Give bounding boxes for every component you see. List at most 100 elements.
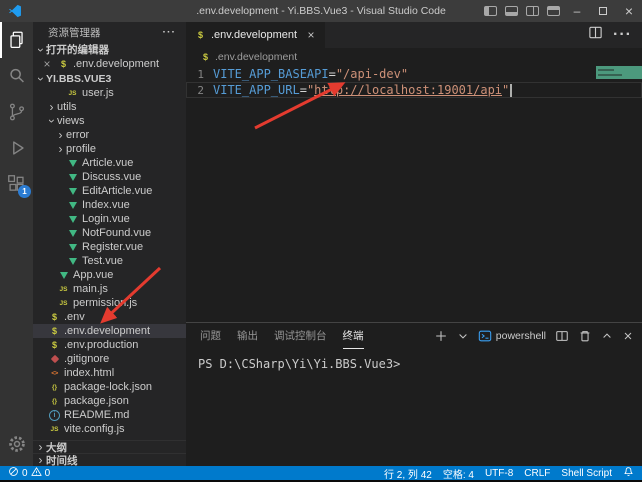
- env-file-icon: [48, 339, 61, 351]
- powershell-icon: [478, 329, 492, 343]
- tree-item-label: permission.js: [73, 297, 137, 309]
- tree-item-utils[interactable]: utils: [33, 100, 186, 114]
- indentation[interactable]: 空格: 4: [443, 466, 474, 481]
- maximize-panel-icon[interactable]: [601, 330, 613, 342]
- cursor-position[interactable]: 行 2, 列 42: [384, 466, 432, 481]
- maximize-icon: [599, 7, 607, 15]
- git-branch-icon: [6, 101, 28, 123]
- close-button[interactable]: [616, 0, 642, 22]
- activity-explorer[interactable]: [0, 22, 33, 58]
- chevron-expanded-icon: [46, 114, 57, 128]
- breadcrumb[interactable]: .env.development: [186, 48, 642, 66]
- tree-item-label: Article.vue: [82, 157, 133, 169]
- tree-item-index.html[interactable]: index.html: [33, 366, 186, 380]
- kill-terminal-icon[interactable]: [578, 329, 592, 343]
- terminal-dropdown-icon[interactable]: [457, 330, 469, 342]
- chevron-collapsed-icon: [55, 128, 66, 142]
- js-file-icon: [48, 423, 61, 435]
- activity-extensions[interactable]: 1: [0, 166, 33, 202]
- split-editor-icon[interactable]: [588, 25, 603, 45]
- breadcrumb-item[interactable]: .env.development: [215, 51, 297, 63]
- tree-item-.gitignore[interactable]: .gitignore: [33, 352, 186, 366]
- customize-layout-icon[interactable]: [547, 6, 560, 16]
- tree-item-vite.config.js[interactable]: vite.config.js: [33, 422, 186, 436]
- tab-label: .env.development: [211, 29, 297, 41]
- tree-item-.env[interactable]: .env: [33, 310, 186, 324]
- open-editor-item[interactable]: .env.development: [33, 57, 186, 71]
- code-line-1[interactable]: 1VITE_APP_BASEAPI="/api-dev": [186, 66, 642, 82]
- status-left: 0 0: [8, 466, 50, 480]
- section-时间线[interactable]: 时间线: [33, 453, 186, 466]
- tab-bar: .env.development: [186, 22, 642, 48]
- tree-item-editarticle.vue[interactable]: EditArticle.vue: [33, 184, 186, 198]
- minimize-button[interactable]: [564, 0, 590, 22]
- tree-item-label: App.vue: [73, 269, 113, 281]
- eol[interactable]: CRLF: [524, 468, 550, 479]
- terminal[interactable]: PS D:\CSharp\Yi\Yi.BBS.Vue3>: [186, 349, 642, 371]
- tab-env-development[interactable]: .env.development: [186, 22, 325, 48]
- vscode-window: .env.development - Yi.BBS.Vue3 - Visual …: [0, 0, 642, 482]
- tree-item-label: profile: [66, 143, 96, 155]
- tree-item-readme.md[interactable]: README.md: [33, 408, 186, 422]
- tree-item-package-lock.json[interactable]: package-lock.json: [33, 380, 186, 394]
- activity-search[interactable]: [0, 58, 33, 94]
- close-panel-icon[interactable]: [622, 330, 634, 342]
- tree-item-profile[interactable]: profile: [33, 142, 186, 156]
- code-line-2[interactable]: 2VITE_APP_URL="http://localhost:19001/ap…: [186, 82, 642, 98]
- vue-file-icon: [66, 171, 79, 183]
- panel-tab-问题[interactable]: 问题: [200, 323, 221, 349]
- toggle-secondary-sidebar-icon[interactable]: [526, 6, 539, 16]
- tree-item-user.js[interactable]: user.js: [33, 86, 186, 100]
- tree-item-label: user.js: [82, 87, 114, 99]
- maximize-button[interactable]: [590, 0, 616, 22]
- tree-item-article.vue[interactable]: Article.vue: [33, 156, 186, 170]
- open-editors-section[interactable]: 打开的编辑器: [33, 42, 186, 57]
- tab-close-icon[interactable]: [305, 28, 317, 42]
- chevron-collapsed-icon: [35, 453, 46, 466]
- tree-item-.env.development[interactable]: .env.development: [33, 324, 186, 338]
- panel-tab-调试控制台[interactable]: 调试控制台: [274, 323, 327, 349]
- tree-item-login.vue[interactable]: Login.vue: [33, 212, 186, 226]
- git-file-icon: [48, 353, 61, 365]
- tree-item-package.json[interactable]: package.json: [33, 394, 186, 408]
- code-text: VITE_APP_URL="http://localhost:19001/api…: [213, 83, 512, 97]
- language-mode[interactable]: Shell Script: [561, 468, 612, 479]
- close-editor-icon[interactable]: [41, 57, 53, 71]
- tree-item-register.vue[interactable]: Register.vue: [33, 240, 186, 254]
- text-cursor: [510, 84, 512, 97]
- tree-item-notfound.vue[interactable]: NotFound.vue: [33, 226, 186, 240]
- notifications-bell-icon[interactable]: [623, 466, 634, 480]
- problems-status[interactable]: 0 0: [8, 466, 50, 480]
- panel-tab-输出[interactable]: 输出: [237, 323, 258, 349]
- activity-source-control[interactable]: [0, 94, 33, 130]
- section-大纲[interactable]: 大纲: [33, 440, 186, 453]
- split-terminal-icon[interactable]: [555, 329, 569, 343]
- encoding[interactable]: UTF-8: [485, 468, 513, 479]
- tree-item-error[interactable]: error: [33, 128, 186, 142]
- tree-item-index.vue[interactable]: Index.vue: [33, 198, 186, 212]
- tree-item-main.js[interactable]: main.js: [33, 282, 186, 296]
- code-editor[interactable]: 1VITE_APP_BASEAPI="/api-dev"2VITE_APP_UR…: [186, 66, 642, 322]
- tree-item-views[interactable]: views: [33, 114, 186, 128]
- new-terminal-icon[interactable]: [434, 329, 448, 343]
- explorer-more-actions-icon[interactable]: [163, 26, 177, 38]
- tree-item-.env.production[interactable]: .env.production: [33, 338, 186, 352]
- editor-more-actions-icon[interactable]: [613, 26, 632, 44]
- toggle-primary-sidebar-icon[interactable]: [484, 6, 497, 16]
- warning-icon: [31, 466, 42, 480]
- activity-run-debug[interactable]: [0, 130, 33, 166]
- tree-item-app.vue[interactable]: App.vue: [33, 268, 186, 282]
- terminal-tab-powershell[interactable]: powershell: [478, 329, 546, 343]
- project-root-header[interactable]: YI.BBS.VUE3: [33, 71, 186, 86]
- activity-settings[interactable]: [0, 426, 33, 462]
- minimap-line: [598, 69, 614, 71]
- env-file-icon: [48, 325, 61, 337]
- tree-item-test.vue[interactable]: Test.vue: [33, 254, 186, 268]
- minimap[interactable]: [596, 66, 642, 136]
- tree-item-permission.js[interactable]: permission.js: [33, 296, 186, 310]
- json-file-icon: [48, 395, 61, 407]
- tree-item-discuss.vue[interactable]: Discuss.vue: [33, 170, 186, 184]
- panel-tab-终端[interactable]: 终端: [343, 323, 364, 349]
- section-label: 时间线: [46, 453, 78, 467]
- toggle-panel-icon[interactable]: [505, 6, 518, 16]
